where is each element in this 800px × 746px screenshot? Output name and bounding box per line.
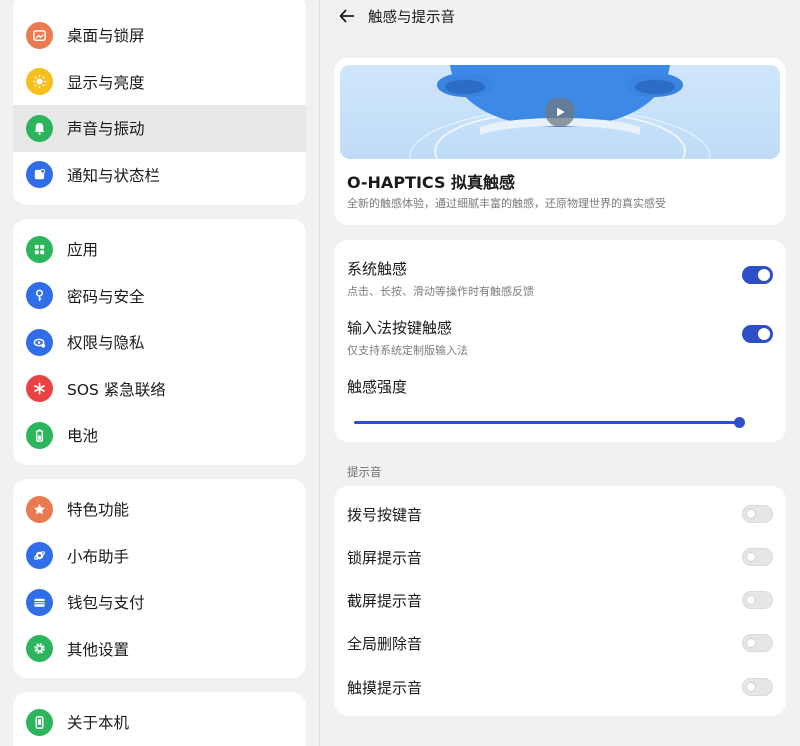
apps-icon xyxy=(26,235,53,263)
sidebar-item-wallet[interactable]: 钱包与支付 xyxy=(13,579,306,626)
play-button[interactable] xyxy=(545,97,575,127)
sound-row-touch[interactable]: 触摸提示音 xyxy=(347,666,773,709)
sidebar-group-1: 桌面与锁屏 显示与亮度 声音与振动 通知与状态栏 xyxy=(13,0,306,205)
haptics-intensity-row: 触感强度 xyxy=(347,376,773,398)
sidebar-item-label: 应用 xyxy=(67,241,99,260)
sidebar-group-3: 特色功能 小布助手 钱包与支付 其他设置 xyxy=(13,479,306,678)
sidebar-item-assistant[interactable]: 小布助手 xyxy=(13,533,306,580)
ime-haptics-title: 输入法按键触感 xyxy=(347,319,453,337)
haptics-intro-card[interactable]: O-HAPTICS 拟真触感 全新的触感体验，通过细腻丰富的触感，还原物理世界的… xyxy=(334,58,786,225)
system-haptics-row[interactable]: 系统触感 点击、长按、滑动等操作时有触感反馈 xyxy=(347,258,773,298)
back-arrow-icon[interactable] xyxy=(337,6,357,26)
slider-handle[interactable] xyxy=(734,417,745,428)
haptics-video-banner[interactable] xyxy=(340,65,780,159)
ime-haptics-subtitle: 仅支持系统定制版输入法 xyxy=(347,344,468,357)
bell-icon xyxy=(26,114,53,142)
toggle-knob xyxy=(758,328,770,340)
detail-pane: 触感与提示音 O-HAPTICS 拟真触感 全新的触感体验，通过细腻丰富的触感，… xyxy=(320,0,800,746)
sidebar-item-label: 通知与状态栏 xyxy=(67,166,161,185)
screenshot-sound-toggle[interactable] xyxy=(742,591,773,609)
sound-row-label: 拨号按键音 xyxy=(347,506,423,524)
sound-row-screenshot[interactable]: 截屏提示音 xyxy=(347,579,773,622)
sidebar-item-display[interactable]: 显示与亮度 xyxy=(13,59,306,106)
dial-sound-toggle[interactable] xyxy=(742,505,773,523)
toggle-knob xyxy=(746,682,756,692)
system-haptics-toggle[interactable] xyxy=(742,266,773,284)
toggle-knob xyxy=(746,509,756,519)
ime-haptics-row[interactable]: 输入法按键触感 仅支持系统定制版输入法 xyxy=(347,317,773,357)
toggle-knob xyxy=(746,552,756,562)
lock-sound-toggle[interactable] xyxy=(742,548,773,566)
sound-row-label: 截屏提示音 xyxy=(347,592,423,610)
sidebar-item-sos[interactable]: SOS 紧急联络 xyxy=(13,366,306,413)
sidebar-item-notification[interactable]: 通知与状态栏 xyxy=(13,152,306,199)
sound-row-lock[interactable]: 锁屏提示音 xyxy=(347,536,773,579)
sidebar-item-label: 密码与安全 xyxy=(67,287,145,306)
sidebar-item-clipped xyxy=(13,0,306,12)
haptics-intensity-slider[interactable] xyxy=(354,421,739,424)
sidebar-item-apps[interactable]: 应用 xyxy=(13,226,306,273)
sound-row-label: 锁屏提示音 xyxy=(347,549,423,567)
ime-haptics-toggle[interactable] xyxy=(742,325,773,343)
detail-header: 触感与提示音 xyxy=(320,0,800,32)
haptics-settings-card: 系统触感 点击、长按、滑动等操作时有触感反馈 输入法按键触感 仅支持系统定制版输… xyxy=(334,240,786,442)
sidebar-item-desktop[interactable]: 桌面与锁屏 xyxy=(13,12,306,59)
sound-row-dial[interactable]: 拨号按键音 xyxy=(347,493,773,536)
sidebar-item-label: 声音与振动 xyxy=(67,120,145,139)
sidebar-item-privacy[interactable]: 权限与隐私 xyxy=(13,319,306,366)
sidebar-item-features[interactable]: 特色功能 xyxy=(13,486,306,533)
section-label-sounds: 提示音 xyxy=(347,465,382,479)
gear-icon xyxy=(26,635,53,663)
system-haptics-title: 系统触感 xyxy=(347,260,408,278)
sidebar-item-label: 钱包与支付 xyxy=(67,594,145,613)
wallet-icon xyxy=(26,588,53,616)
sound-row-label: 触摸提示音 xyxy=(347,679,423,697)
sounds-card: 拨号按键音 锁屏提示音 截屏提示音 全局删除音 触摸提示音 xyxy=(334,486,786,716)
play-icon xyxy=(557,107,565,117)
assistant-icon xyxy=(26,542,53,570)
sos-icon xyxy=(26,375,53,403)
sidebar-item-label: 电池 xyxy=(67,427,99,446)
sidebar-item-security[interactable]: 密码与安全 xyxy=(13,273,306,320)
sidebar-item-label: 特色功能 xyxy=(67,501,130,520)
notification-icon xyxy=(26,161,53,189)
sound-row-delete[interactable]: 全局删除音 xyxy=(347,622,773,665)
sidebar-item-label: 桌面与锁屏 xyxy=(67,27,145,46)
privacy-icon xyxy=(26,328,53,356)
sidebar-group-4: 关于本机 xyxy=(13,692,306,746)
sidebar-item-label: 小布助手 xyxy=(67,547,130,566)
haptics-intensity-title: 触感强度 xyxy=(347,378,408,396)
sidebar-item-label: 其他设置 xyxy=(67,640,130,659)
key-icon xyxy=(26,282,53,310)
touch-sound-toggle[interactable] xyxy=(742,678,773,696)
wallpaper-icon xyxy=(26,21,53,49)
star-icon xyxy=(26,495,53,523)
sidebar-item-sound[interactable]: 声音与振动 xyxy=(13,105,306,152)
system-haptics-subtitle: 点击、长按、滑动等操作时有触感反馈 xyxy=(347,285,534,298)
toggle-knob xyxy=(758,269,770,281)
toggle-knob xyxy=(746,638,756,648)
sidebar-group-2: 应用 密码与安全 权限与隐私 SOS 紧急联络 电池 xyxy=(13,219,306,465)
toggle-knob xyxy=(746,595,756,605)
sound-row-label: 全局删除音 xyxy=(347,635,423,653)
haptics-description: 全新的触感体验，通过细腻丰富的触感，还原物理世界的真实感受 xyxy=(347,197,666,210)
phone-icon xyxy=(26,708,53,736)
haptics-title: O-HAPTICS 拟真触感 xyxy=(347,173,516,192)
battery-icon xyxy=(26,421,53,449)
sidebar-item-about[interactable]: 关于本机 xyxy=(13,699,306,746)
sun-icon xyxy=(26,68,53,96)
sidebar-item-label: 显示与亮度 xyxy=(67,73,145,92)
delete-sound-toggle[interactable] xyxy=(742,634,773,652)
sidebar-item-other[interactable]: 其他设置 xyxy=(13,626,306,673)
sidebar-item-label: 权限与隐私 xyxy=(67,334,145,353)
sidebar-item-label: SOS 紧急联络 xyxy=(67,380,166,399)
page-title: 触感与提示音 xyxy=(368,10,455,26)
settings-sidebar: 桌面与锁屏 显示与亮度 声音与振动 通知与状态栏 应用 密码与安全 权限与隐私 … xyxy=(0,0,320,746)
sidebar-item-battery[interactable]: 电池 xyxy=(13,412,306,459)
sidebar-item-label: 关于本机 xyxy=(67,714,130,733)
